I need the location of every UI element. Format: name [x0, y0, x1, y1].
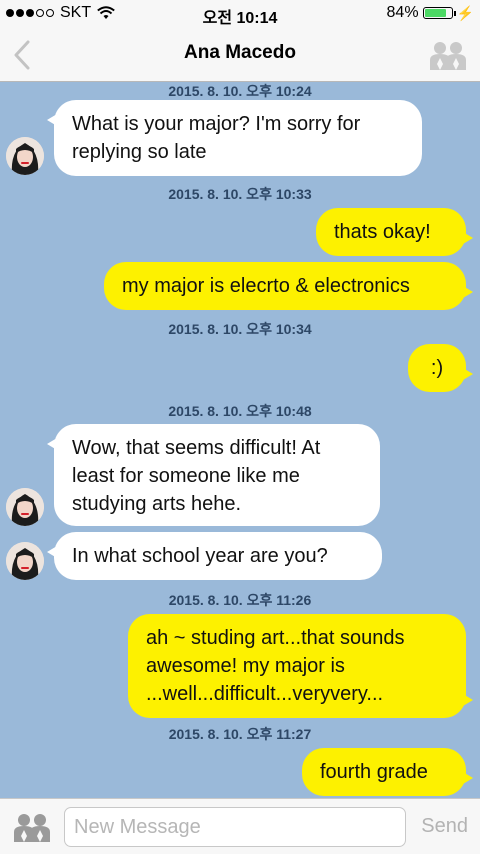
battery-percent: 84% [386, 4, 419, 21]
new-message-input[interactable] [64, 807, 406, 847]
incoming-message-bubble[interactable]: Wow, that seems difficult! At least for … [47, 424, 380, 526]
outgoing-message-bubble[interactable]: fourth grade [302, 748, 473, 796]
outgoing-message-bubble[interactable]: :) [408, 344, 473, 392]
avatar-photo [6, 488, 44, 526]
people-icon[interactable] [430, 40, 466, 70]
battery-icon [422, 7, 456, 19]
message-timestamp: 2015. 8. 10. 오후 10:48 [168, 403, 312, 419]
battery-indicator: 84% ⚡ [387, 4, 474, 22]
message-timestamp: 2015. 8. 10. 오후 10:24 [168, 83, 312, 99]
message-composer: Send [0, 798, 480, 854]
nav-bar: Ana Macedo [0, 28, 480, 82]
send-button[interactable]: Send [421, 815, 468, 838]
outgoing-message-bubble[interactable]: thats okay! [316, 208, 473, 256]
chat-title[interactable]: Ana Macedo [0, 42, 480, 64]
message-timestamp: 2015. 8. 10. 오후 11:26 [168, 592, 312, 608]
message-timestamp: 2015. 8. 10. 오후 10:34 [168, 321, 312, 337]
avatar-photo [6, 137, 44, 175]
message-timestamp: 2015. 8. 10. 오후 11:27 [168, 726, 312, 742]
chat-thread[interactable]: 2015. 8. 10. 오후 10:24 What is your major… [0, 82, 480, 798]
contact-avatar[interactable] [6, 137, 44, 175]
contact-avatar[interactable] [6, 488, 44, 526]
incoming-message-bubble[interactable]: What is your major? I'm sorry for replyi… [47, 100, 422, 176]
charging-bolt-icon: ⚡ [456, 4, 474, 21]
outgoing-message-bubble[interactable]: ah ~ studing art...that sounds awesome! … [128, 614, 473, 718]
status-bar: SKT 오전 10:14 84% ⚡ [0, 0, 480, 28]
avatar-photo [6, 542, 44, 580]
outgoing-message-bubble[interactable]: my major is elecrto & electronics [104, 262, 473, 310]
message-timestamp: 2015. 8. 10. 오후 10:33 [168, 186, 312, 202]
incoming-message-bubble[interactable]: In what school year are you? [47, 532, 382, 580]
people-icon[interactable] [14, 812, 50, 842]
contact-avatar[interactable] [6, 542, 44, 580]
